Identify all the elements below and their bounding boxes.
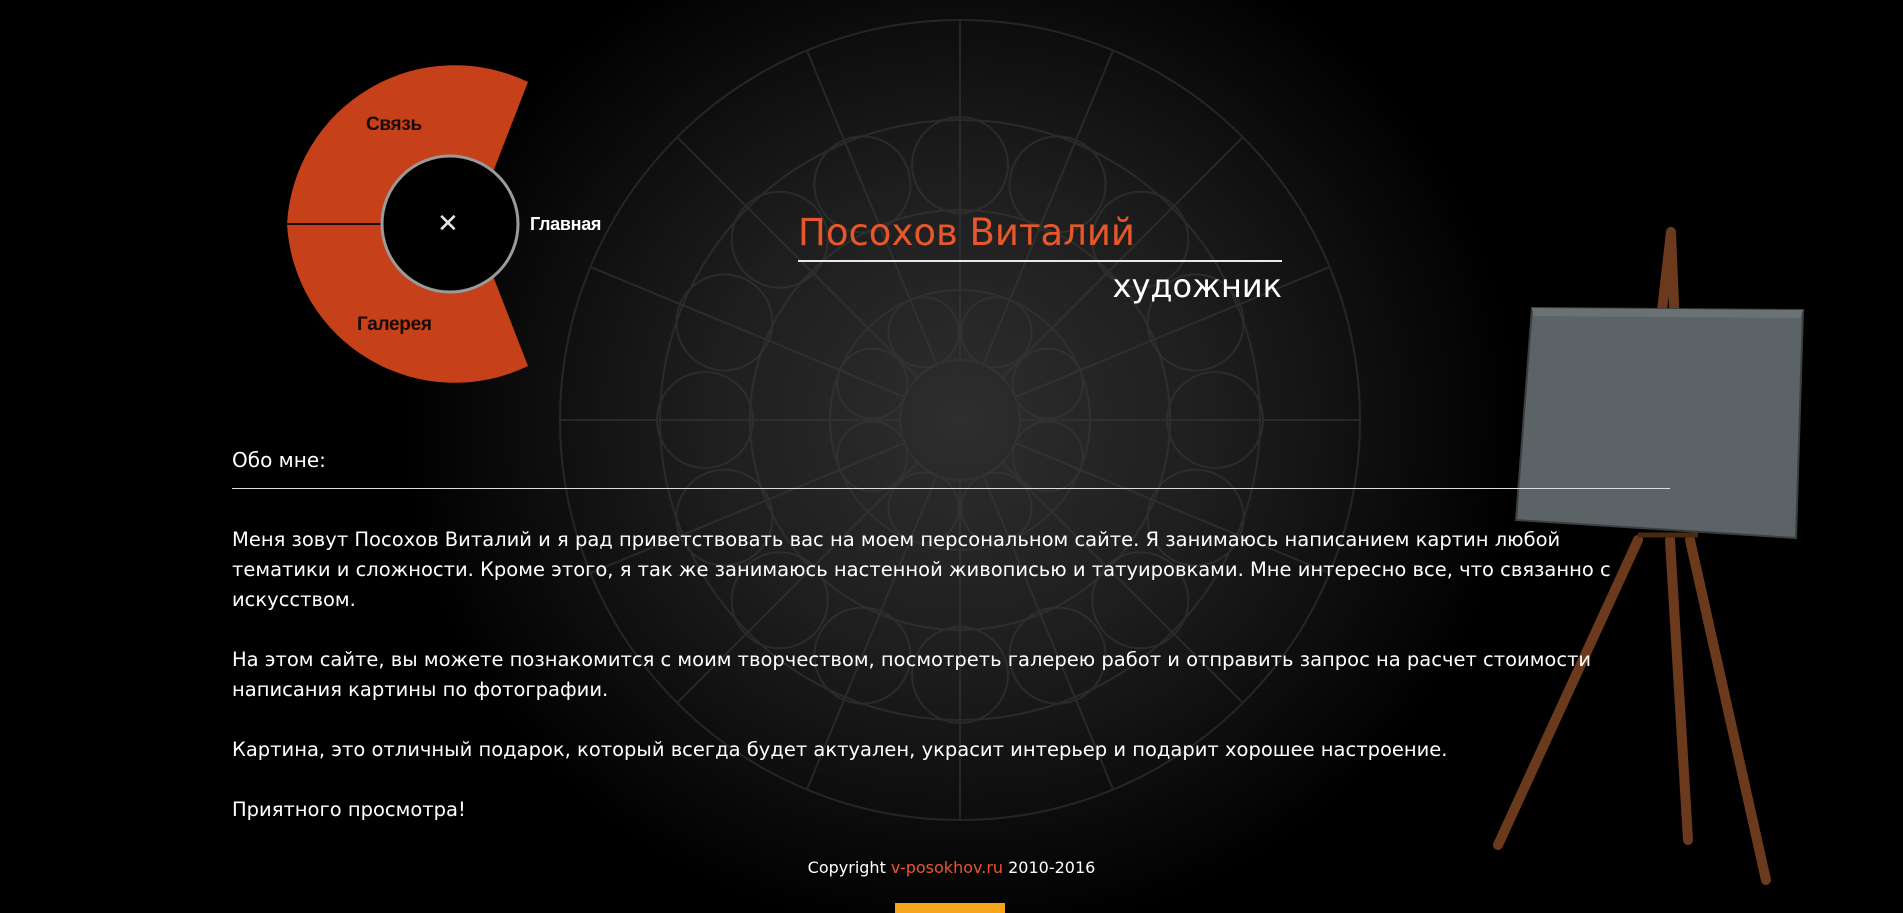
header-underline	[798, 260, 1282, 262]
menu-item-gallery[interactable]: Галерея	[357, 314, 432, 336]
artist-role: художник	[1112, 267, 1282, 305]
about-paragraph: Меня зовут Посохов Виталий и я рад приве…	[232, 528, 1611, 611]
copyright-prefix: Copyright	[807, 858, 891, 877]
site-link[interactable]: v-posokhov.ru	[891, 858, 1003, 877]
menu-item-contact[interactable]: Связь	[366, 114, 422, 136]
copyright-years: 2010-2016	[1003, 858, 1096, 877]
about-paragraph: Картина, это отличный подарок, который в…	[232, 738, 1448, 761]
artist-name: Посохов Виталий	[798, 211, 1135, 254]
menu-item-home[interactable]: Главная	[530, 214, 601, 235]
site-header: Посохов Виталий художник	[798, 210, 1282, 306]
about-paragraph: На этом сайте, вы можете познакомится с …	[232, 648, 1592, 701]
about-divider	[232, 488, 1670, 489]
about-section: Обо мне: Меня зовут Посохов Виталий и я …	[232, 446, 1672, 855]
about-paragraph: Приятного просмотра!	[232, 798, 466, 821]
visit-counter-badge[interactable]	[895, 903, 1005, 913]
footer: Copyright v-posokhov.ru 2010-2016	[0, 858, 1903, 877]
about-title: Обо мне:	[232, 448, 326, 472]
about-text: Меня зовут Посохов Виталий и я рад приве…	[232, 525, 1622, 825]
close-icon[interactable]: ✕	[437, 210, 459, 238]
